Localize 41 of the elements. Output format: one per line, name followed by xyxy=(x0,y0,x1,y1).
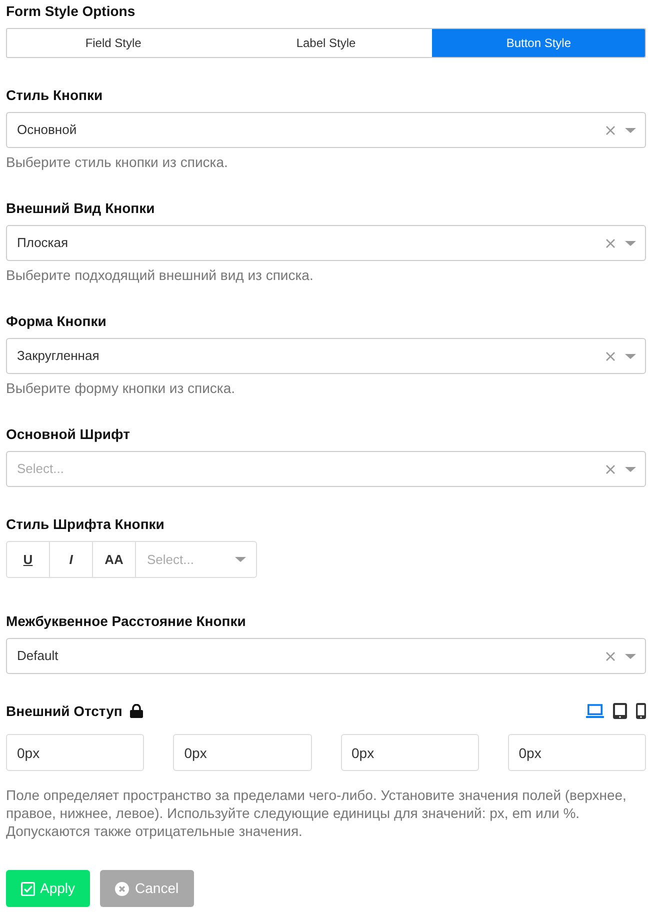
lock-icon[interactable] xyxy=(130,704,144,718)
clear-icon[interactable] xyxy=(606,652,615,660)
italic-button[interactable]: I xyxy=(50,542,93,577)
field-label: Форма Кнопки xyxy=(6,312,108,330)
close-circle-icon xyxy=(115,882,130,896)
select-field[interactable]: Закругленная xyxy=(6,338,646,374)
spacing-input[interactable]: 0px xyxy=(6,734,144,771)
help-text: Поле определяет пространство за пределами чего-либо. Установите значения полей (верхнее, правое, нижнее, левое). Используйте следующие единицы для значений: px, em или %. Допускаются также отрицательные значения. xyxy=(6,786,628,840)
caret-icon xyxy=(625,240,636,246)
select-field[interactable]: Default xyxy=(6,638,646,674)
field-label: Внешний Вид Кнопки xyxy=(6,199,156,217)
spacing-input[interactable]: 0px xyxy=(340,734,479,771)
select-field[interactable]: Основной xyxy=(6,112,646,148)
tab[interactable]: Button Style xyxy=(432,29,645,57)
field-label: Межбуквенное Расстояние Кнопки xyxy=(6,612,247,630)
caret-icon xyxy=(625,466,636,472)
help-text: Выберите форму кнопки из списка. xyxy=(6,379,236,397)
field-label: Основной Шрифт xyxy=(6,425,131,443)
field-label: Внешний Отступ xyxy=(6,702,122,720)
caret-icon xyxy=(235,557,246,562)
section-title: Form Style Options xyxy=(6,2,136,21)
select-field[interactable]: Плоская xyxy=(6,225,646,261)
checkbox-icon xyxy=(21,882,35,896)
spacing-input[interactable]: 0px xyxy=(508,734,646,771)
clear-icon[interactable] xyxy=(606,352,615,360)
clear-icon[interactable] xyxy=(606,126,615,134)
spacing-input[interactable]: 0px xyxy=(173,734,312,771)
field-label: Стиль Кнопки xyxy=(6,86,104,104)
underline-button[interactable]: U xyxy=(7,542,50,577)
tablet-icon[interactable] xyxy=(613,703,627,719)
caret-icon xyxy=(625,354,636,358)
phone-icon[interactable] xyxy=(636,703,646,719)
help-text: Выберите стиль кнопки из списка. xyxy=(6,153,229,171)
uppercase-button[interactable]: AA xyxy=(93,542,136,577)
clear-icon[interactable] xyxy=(606,464,615,474)
field-label: Стиль Шрифта Кнопки xyxy=(6,515,166,533)
clear-icon[interactable] xyxy=(606,238,615,248)
laptop-icon[interactable] xyxy=(586,704,604,718)
caret-icon xyxy=(625,654,636,658)
help-text: Выберите подходящий внешний вид из списка. xyxy=(6,266,314,284)
caret-icon xyxy=(625,128,636,132)
